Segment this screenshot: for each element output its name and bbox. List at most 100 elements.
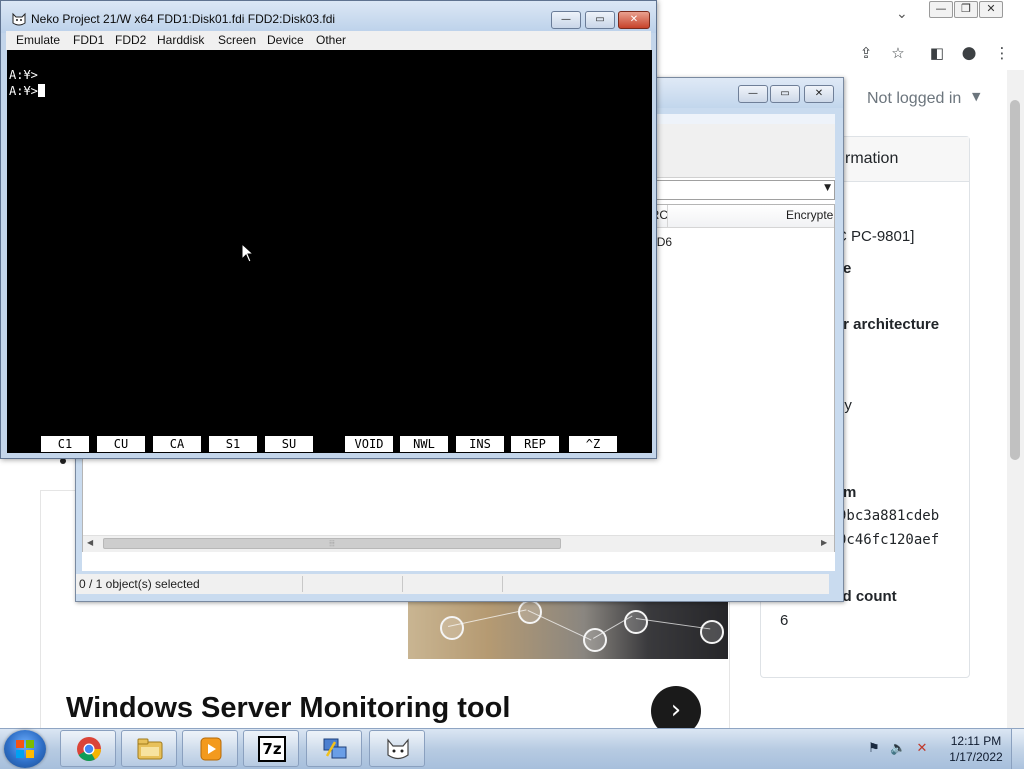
dropdown-arrow-icon[interactable]: ▼	[824, 183, 831, 193]
neko-project-icon	[387, 738, 409, 760]
action-center-icon[interactable]: ⚑	[866, 741, 882, 757]
console-prompt: A:¥>	[9, 84, 38, 98]
status-separator	[402, 576, 403, 592]
explorer-icon	[137, 738, 163, 760]
tab-search-chevron-icon[interactable]: ⌄	[896, 6, 908, 22]
scroll-thumb[interactable]: ⦙⦙⦙	[103, 538, 561, 549]
close-icon: ✕	[814, 88, 824, 99]
menu-harddisk[interactable]: Harddisk	[157, 33, 204, 47]
window-title: Neko Project 21/W x64 FDD1:Disk01.fdi FD…	[31, 12, 336, 26]
column-header-encrypted[interactable]: Encrypte	[786, 208, 833, 222]
taskbar-network-app[interactable]	[306, 730, 362, 767]
maximize-icon: ▭	[780, 88, 790, 99]
fkey-su: SU	[265, 436, 313, 452]
text-cursor	[37, 84, 45, 97]
maximize-icon: ▭	[595, 14, 605, 25]
start-button[interactable]	[4, 730, 46, 768]
network-error-icon[interactable]: ✕	[914, 741, 930, 757]
neko-menubar: Emulate FDD1 FDD2 Harddisk Screen Device…	[6, 31, 651, 50]
ad-network-node	[518, 600, 542, 624]
console-line: A:¥>	[9, 68, 38, 82]
info-label-architecture: or architecture	[834, 316, 940, 333]
fkey-cu: CU	[97, 436, 145, 452]
taskbar-neko-project[interactable]	[369, 730, 425, 767]
archive-statusbar: 0 / 1 object(s) selected	[76, 574, 829, 594]
close-icon: ✕	[986, 2, 996, 15]
emulator-screen[interactable]: A:¥> A:¥> C1 CU CA S1 SU VOID NWL INS RE…	[7, 50, 652, 453]
taskbar-media-player[interactable]	[182, 730, 238, 767]
scroll-left-icon[interactable]: ◀	[87, 538, 93, 547]
chevron-right-icon: ›	[670, 695, 682, 725]
archive-horizontal-scrollbar[interactable]: ◀ ⦙⦙⦙ ▶	[83, 535, 834, 552]
ad-network-node	[624, 610, 648, 634]
profile-icon[interactable]: ●	[959, 43, 979, 63]
page-scrollbar-thumb[interactable]	[1010, 100, 1020, 460]
7zip-icon: 7z	[258, 736, 286, 762]
fkey-void: VOID	[345, 436, 393, 452]
taskbar: 7z ⚑ 🔈 ✕ 12:11 PM 1/17/2022	[0, 728, 1024, 769]
clock-date[interactable]: 1/17/2022	[946, 750, 1006, 764]
info-platform-value: C PC-9801]	[836, 228, 915, 245]
browser-minimize-button[interactable]: —	[929, 1, 953, 18]
scroll-right-icon[interactable]: ▶	[821, 538, 827, 547]
fkey-rep: REP	[511, 436, 559, 452]
star-icon[interactable]: ☆	[888, 43, 908, 63]
more-icon[interactable]: ⋮	[992, 43, 1012, 63]
ad-image[interactable]	[408, 598, 728, 659]
information-card-title: rmation	[845, 150, 899, 167]
status-separator	[302, 576, 303, 592]
function-key-bar: C1 CU CA S1 SU VOID NWL INS REP ^Z	[7, 436, 652, 452]
minimize-icon: —	[561, 14, 571, 25]
browser-restore-button[interactable]: ❐	[954, 1, 978, 18]
neko-app-icon[interactable]	[11, 11, 27, 29]
neko-close-button[interactable]: ✕	[618, 11, 650, 29]
fkey-ca: CA	[153, 436, 201, 452]
archive-maximize-button[interactable]: ▭	[770, 85, 800, 103]
info-checksum-line-2: 0c46fc120aef	[838, 532, 940, 548]
column-separator[interactable]	[667, 205, 668, 227]
taskbar-7zip[interactable]: 7z	[243, 730, 299, 767]
ad-network-node	[700, 620, 724, 644]
info-checksum-line-1: 9bc3a881cdeb	[838, 508, 940, 524]
archive-close-button[interactable]: ✕	[804, 85, 834, 103]
status-text: 0 / 1 object(s) selected	[79, 577, 200, 591]
minimize-icon: —	[935, 2, 947, 15]
close-icon: ✕	[629, 14, 639, 25]
menu-screen[interactable]: Screen	[218, 33, 256, 47]
7zip-label: 7z	[262, 740, 282, 758]
browser-close-button[interactable]: ✕	[979, 1, 1003, 18]
info-label-checksum: m	[843, 484, 857, 501]
show-desktop-button[interactable]	[1011, 729, 1024, 769]
menu-fdd2[interactable]: FDD2	[115, 33, 146, 47]
volume-icon[interactable]: 🔈	[890, 741, 906, 757]
ad-network-node	[583, 628, 607, 652]
system-tray: ⚑ 🔈 ✕	[862, 737, 942, 761]
media-player-icon	[200, 737, 222, 761]
share-icon[interactable]: ⇪	[856, 43, 876, 63]
status-separator	[502, 576, 503, 592]
restore-icon: ❐	[961, 2, 971, 15]
fkey-nwl: NWL	[400, 436, 448, 452]
ad-headline[interactable]: Windows Server Monitoring tool	[66, 692, 510, 725]
minimize-icon: —	[748, 88, 758, 99]
menu-device[interactable]: Device	[267, 33, 304, 47]
chrome-icon	[77, 737, 101, 762]
fkey-c1: C1	[41, 436, 89, 452]
menu-fdd1[interactable]: FDD1	[73, 33, 104, 47]
neko-maximize-button[interactable]: ▭	[585, 11, 615, 29]
archive-minimize-button[interactable]: —	[738, 85, 768, 103]
neko-titlebar[interactable]: Neko Project 21/W x64 FDD1:Disk01.fdi FD…	[1, 1, 656, 33]
taskbar-chrome[interactable]	[60, 730, 116, 767]
taskbar-explorer[interactable]	[121, 730, 177, 767]
login-dropdown[interactable]: Not logged in ▼	[850, 80, 1000, 120]
ad-network-node	[440, 616, 464, 640]
console-prompt-line: A:¥>	[9, 84, 45, 98]
side-panel-icon[interactable]: ◧	[927, 43, 947, 63]
menu-emulate[interactable]: Emulate	[16, 33, 60, 47]
login-status: Not logged in	[867, 90, 962, 107]
clock-time[interactable]: 12:11 PM	[946, 734, 1006, 748]
menu-other[interactable]: Other	[316, 33, 346, 47]
neko-minimize-button[interactable]: —	[551, 11, 581, 29]
network-app-icon	[323, 738, 347, 759]
caret-down-icon: ▼	[972, 90, 981, 103]
